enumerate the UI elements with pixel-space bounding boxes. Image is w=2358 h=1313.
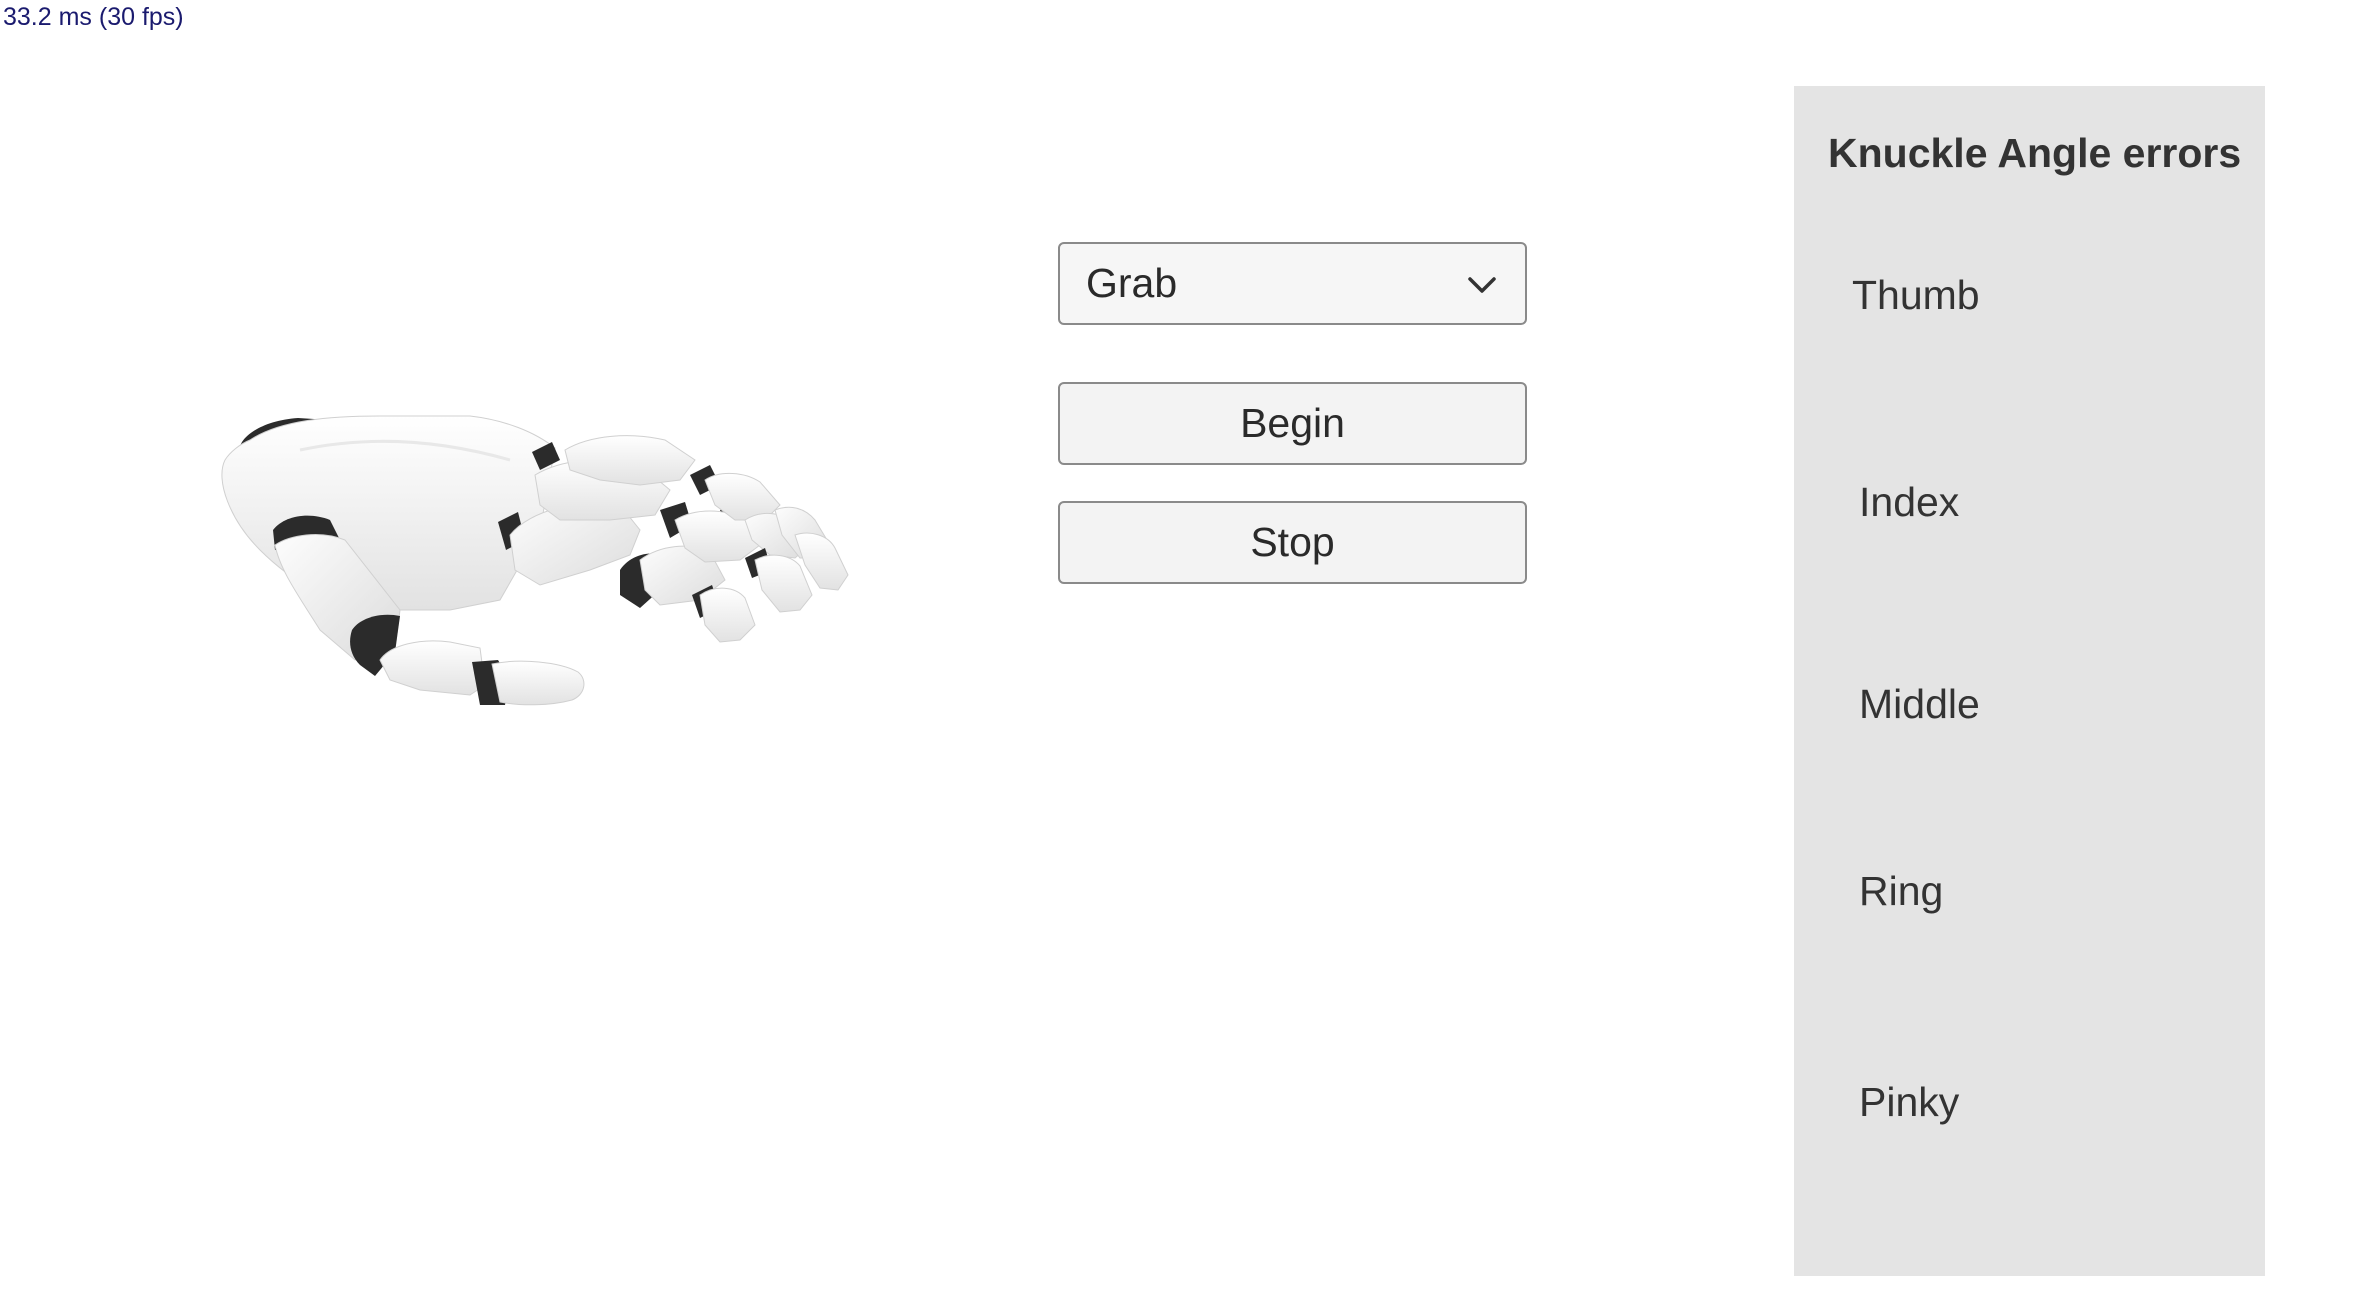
- chevron-down-icon: [1468, 277, 1496, 293]
- control-panel: Grab Begin Stop: [1058, 242, 1527, 584]
- finger-label-middle: Middle: [1859, 681, 1980, 727]
- panel-title: Knuckle Angle errors: [1828, 130, 2242, 176]
- finger-label-index: Index: [1859, 479, 1960, 525]
- gesture-select[interactable]: Grab: [1058, 242, 1527, 325]
- gesture-select-value: Grab: [1086, 260, 1178, 306]
- finger-label-ring: Ring: [1859, 868, 1944, 914]
- begin-button[interactable]: Begin: [1058, 382, 1527, 465]
- hand-3d-viewport[interactable]: [180, 380, 900, 780]
- finger-label-pinky: Pinky: [1859, 1079, 1960, 1125]
- stop-button[interactable]: Stop: [1058, 501, 1527, 584]
- fps-counter: 33.2 ms (30 fps): [3, 3, 184, 31]
- finger-label-thumb: Thumb: [1852, 272, 1980, 318]
- knuckle-angle-errors-panel: Knuckle Angle errors Thumb Index Middle …: [1794, 86, 2265, 1276]
- robotic-hand-model: [221, 415, 849, 706]
